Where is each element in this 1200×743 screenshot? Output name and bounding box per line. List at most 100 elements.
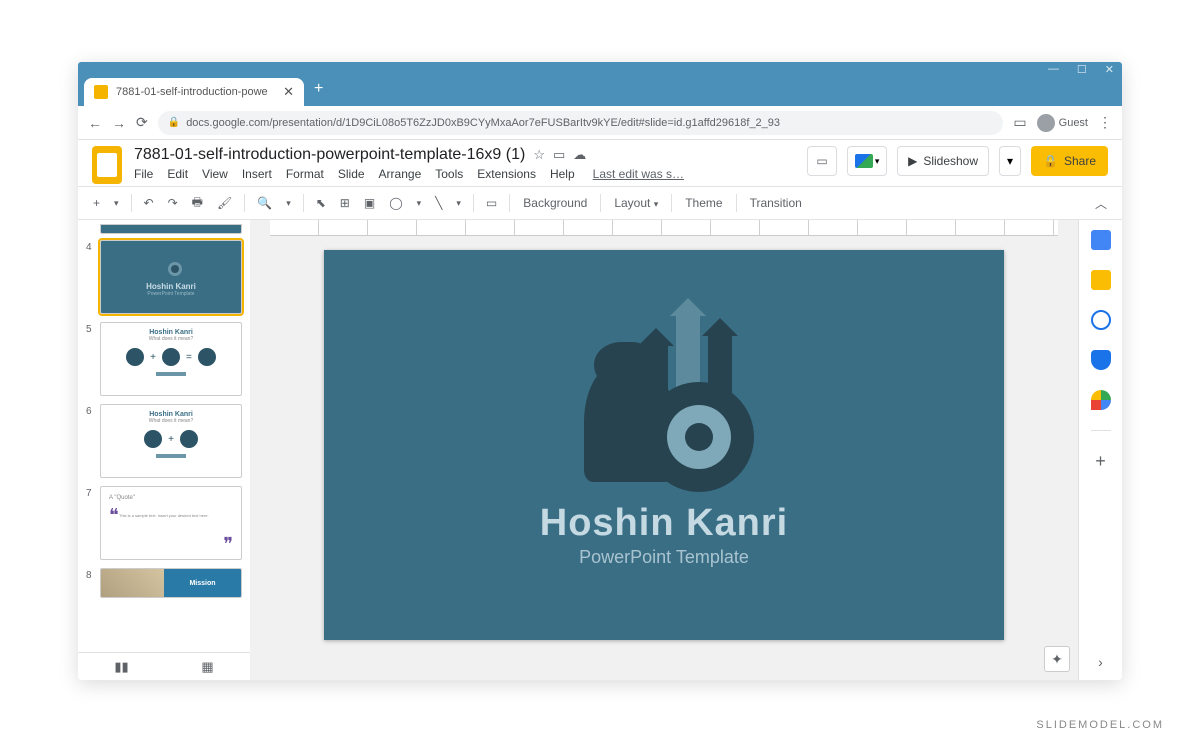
menu-file[interactable]: File <box>134 167 153 181</box>
star-icon[interactable]: ☆ <box>533 147 545 163</box>
slide-number: 6 <box>86 404 96 478</box>
menu-edit[interactable]: Edit <box>167 167 188 181</box>
slideshow-button[interactable]: ▶ Slideshow <box>897 146 989 176</box>
thumb-subtitle: PowerPoint Template <box>147 291 194 297</box>
back-button[interactable]: ← <box>88 115 102 131</box>
slide-thumb-4[interactable]: 4 Hoshin Kanri PowerPoint Template <box>86 240 242 314</box>
thumb-title: Hoshin Kanri <box>107 329 235 336</box>
browser-menu-icon[interactable]: ⋮ <box>1098 114 1112 131</box>
image-tool[interactable]: ▣ <box>359 193 380 213</box>
grid-view-button[interactable]: ▦ <box>201 659 213 675</box>
menu-view[interactable]: View <box>202 167 228 181</box>
explore-button[interactable]: ✦ <box>1044 646 1070 672</box>
add-comment-button[interactable]: ▭ <box>481 193 502 213</box>
menu-tools[interactable]: Tools <box>435 167 463 181</box>
hide-panel-button[interactable]: › <box>1098 654 1103 670</box>
profile-button[interactable]: Guest <box>1037 114 1088 132</box>
thumb-text: This is a sample text. Insert your desir… <box>119 513 223 518</box>
slide-thumb-7[interactable]: 7 A "Quote" ❝ This is a sample text. Ins… <box>86 486 242 560</box>
new-slide-caret[interactable]: ▾ <box>109 195 124 212</box>
url-text: docs.google.com/presentation/d/1D9CiL08o… <box>186 117 780 129</box>
zoom-caret[interactable]: ▾ <box>281 195 296 212</box>
browser-tab[interactable]: 7881-01-self-introduction-powe ✕ <box>84 78 304 106</box>
separator <box>736 194 737 212</box>
share-button[interactable]: 🔒 Share <box>1031 146 1108 176</box>
menu-extensions[interactable]: Extensions <box>477 167 536 181</box>
collapse-toolbar-button[interactable]: ︿ <box>1090 192 1112 215</box>
browser-window: — ☐ ✕ 7881-01-self-introduction-powe ✕ +… <box>78 62 1122 680</box>
undo-button[interactable]: ↶ <box>139 193 159 213</box>
last-edit-status[interactable]: Last edit was s… <box>593 167 684 181</box>
background-button[interactable]: Background <box>517 193 593 213</box>
share-label: Share <box>1064 154 1096 168</box>
filmstrip-view-button[interactable]: ▮▮ <box>114 659 128 675</box>
paint-format-button[interactable]: 🖌 <box>212 193 237 213</box>
slide-canvas-area[interactable]: Hoshin Kanri PowerPoint Template ✦ <box>250 220 1078 680</box>
slide-number: 5 <box>86 322 96 396</box>
slide-thumb-8[interactable]: 8 Mission <box>86 568 242 598</box>
close-tab-icon[interactable]: ✕ <box>283 84 294 100</box>
zoom-button[interactable]: 🔍 <box>252 193 277 213</box>
lock-icon: 🔒 <box>168 117 180 128</box>
maps-icon[interactable] <box>1091 390 1111 410</box>
slide-thumb-5[interactable]: 5 Hoshin Kanri What does it mean? += <box>86 322 242 396</box>
separator <box>244 194 245 212</box>
shape-tool[interactable]: ◯ <box>384 193 407 213</box>
reload-button[interactable]: ⟳ <box>136 114 148 131</box>
add-addon-button[interactable]: + <box>1095 451 1106 472</box>
slides-favicon <box>94 85 108 99</box>
separator <box>1091 430 1111 431</box>
calendar-icon[interactable] <box>1091 230 1111 250</box>
filmstrip-footer: ▮▮ ▦ <box>78 652 250 680</box>
maximize-button[interactable]: ☐ <box>1077 63 1087 76</box>
tasks-icon[interactable] <box>1091 310 1111 330</box>
line-tool[interactable]: ╲ <box>430 193 447 213</box>
meet-icon <box>855 154 873 168</box>
slideshow-label: Slideshow <box>923 154 978 168</box>
menu-slide[interactable]: Slide <box>338 167 365 181</box>
document-title[interactable]: 7881-01-self-introduction-powerpoint-tem… <box>134 146 525 164</box>
filmstrip[interactable]: 4 Hoshin Kanri PowerPoint Template 5 Hos… <box>78 220 250 680</box>
thumb-title: Hoshin Kanri <box>146 282 196 291</box>
meet-button[interactable]: ▾ <box>847 146 887 176</box>
menu-format[interactable]: Format <box>286 167 324 181</box>
slide-number: 7 <box>86 486 96 560</box>
keep-icon[interactable] <box>1091 270 1111 290</box>
move-icon[interactable]: ▭ <box>553 147 565 163</box>
redo-button[interactable]: ↷ <box>163 193 183 213</box>
comment-history-button[interactable]: ▭ <box>807 146 837 176</box>
select-tool[interactable]: ⬉ <box>311 193 331 213</box>
layout-button[interactable]: Layout ▾ <box>608 193 664 213</box>
menu-arrange[interactable]: Arrange <box>379 167 422 181</box>
slide-title[interactable]: Hoshin Kanri <box>540 502 788 545</box>
slideshow-options-button[interactable]: ▾ <box>999 146 1021 176</box>
shape-caret[interactable]: ▾ <box>412 195 427 212</box>
theme-button[interactable]: Theme <box>679 193 728 213</box>
slide-subtitle[interactable]: PowerPoint Template <box>579 547 749 568</box>
menu-insert[interactable]: Insert <box>242 167 272 181</box>
target-icon <box>644 382 754 492</box>
contacts-icon[interactable] <box>1091 350 1111 370</box>
minimize-button[interactable]: — <box>1048 63 1059 75</box>
menu-help[interactable]: Help <box>550 167 575 181</box>
address-bar[interactable]: 🔒 docs.google.com/presentation/d/1D9CiL0… <box>158 111 1004 135</box>
print-button[interactable]: 🖶 <box>187 190 208 217</box>
forward-button[interactable]: → <box>112 115 126 131</box>
separator <box>303 194 304 212</box>
new-slide-button[interactable]: + <box>88 193 105 213</box>
slide-thumb-partial[interactable] <box>100 224 242 234</box>
textbox-tool[interactable]: ⊞ <box>335 193 355 213</box>
separator <box>473 194 474 212</box>
install-app-icon[interactable]: ▭ <box>1013 114 1026 131</box>
cloud-status-icon[interactable]: ☁ <box>573 147 586 163</box>
current-slide[interactable]: Hoshin Kanri PowerPoint Template <box>324 250 1004 640</box>
separator <box>600 194 601 212</box>
slides-logo-icon[interactable] <box>92 146 122 184</box>
new-tab-button[interactable]: + <box>314 80 323 98</box>
slide-thumb-6[interactable]: 6 Hoshin Kanri What does it mean? + <box>86 404 242 478</box>
line-caret[interactable]: ▾ <box>451 195 466 212</box>
separator <box>131 194 132 212</box>
close-window-button[interactable]: ✕ <box>1105 63 1114 76</box>
transition-button[interactable]: Transition <box>744 193 808 213</box>
browser-body: ← → ⟳ 🔒 docs.google.com/presentation/d/1… <box>78 106 1122 680</box>
